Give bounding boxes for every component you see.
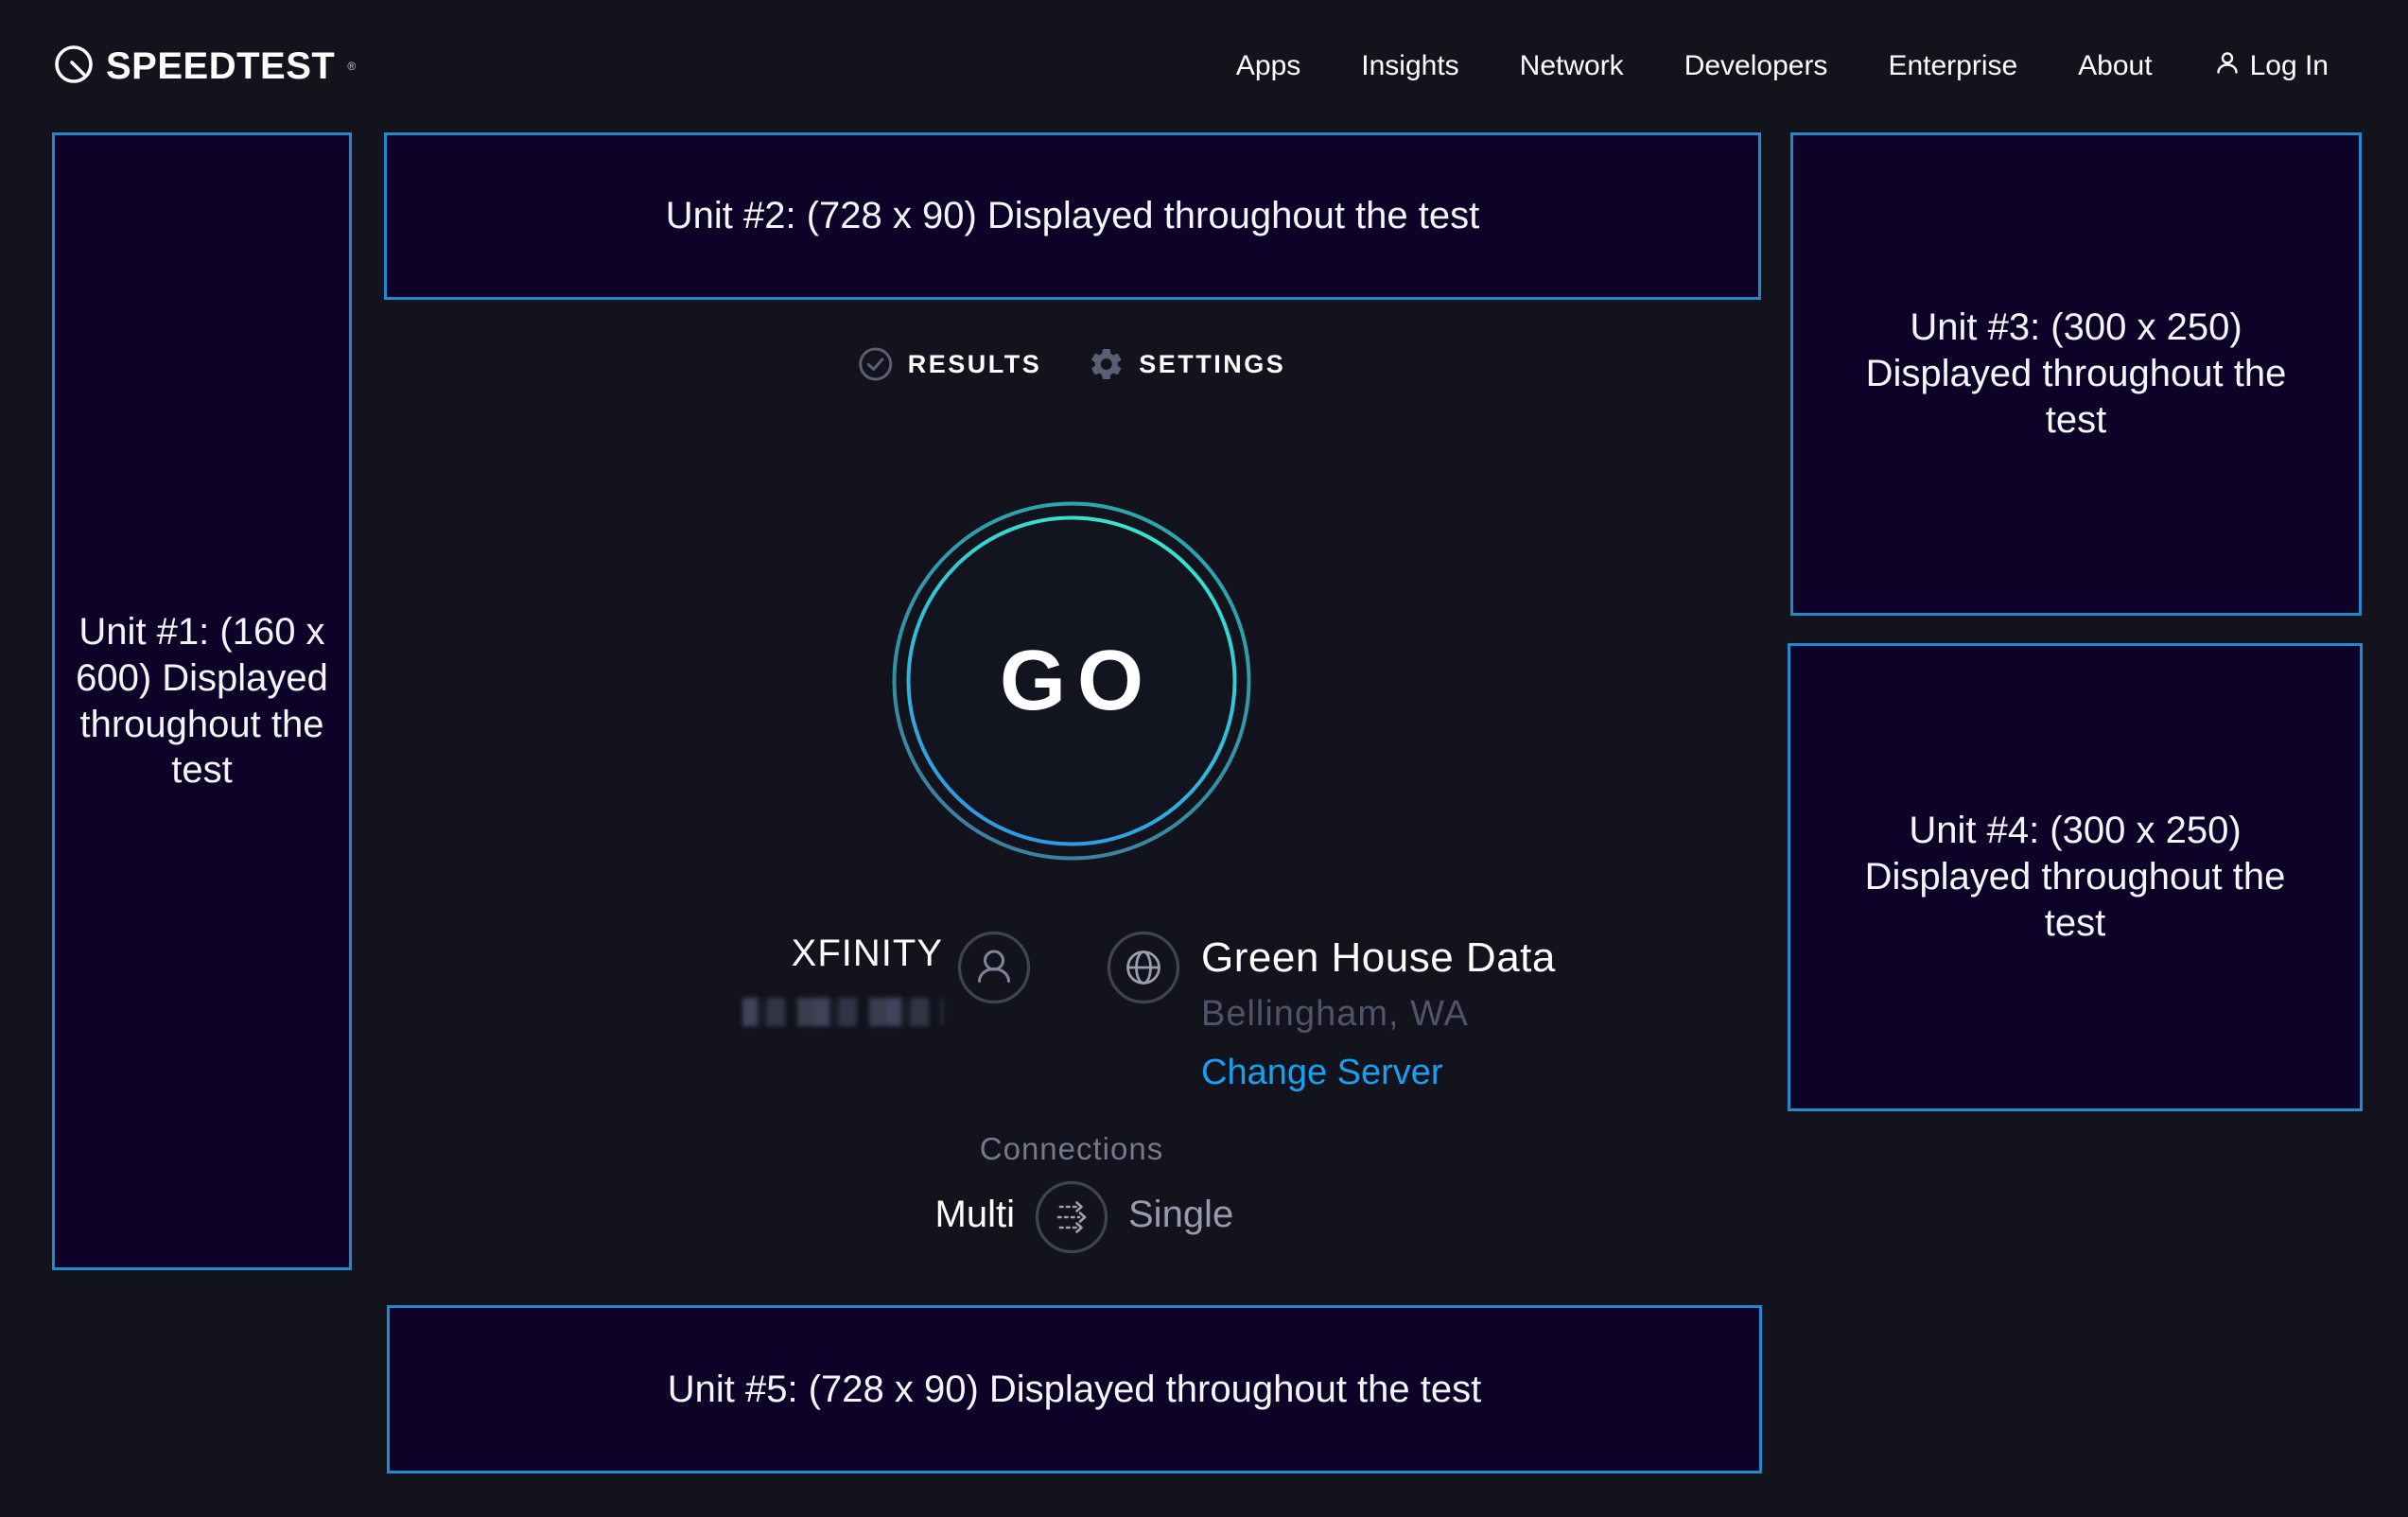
login-button[interactable]: Log In [2213,48,2329,84]
ad-unit-5-leaderboard[interactable]: Unit #5: (728 x 90) Displayed throughout… [387,1305,1762,1473]
connections-label: Connections [980,1131,1163,1167]
ad-unit-2-text: Unit #2: (728 x 90) Displayed throughout… [666,193,1480,239]
ad-unit-1-skyscraper[interactable]: Unit #1: (160 x 600) Displayed throughou… [52,132,352,1270]
server-name: Green House Data [1201,934,1556,982]
login-label: Log In [2250,50,2329,82]
go-button[interactable]: GO [887,497,1256,865]
multi-connections-icon [1035,1180,1108,1254]
logo-wordmark: SPEEDTEST [106,45,335,88]
nav-item-developers[interactable]: Developers [1684,50,1828,82]
go-label: GO [887,497,1256,865]
nav-item-insights[interactable]: Insights [1361,50,1458,82]
check-circle-icon [858,346,894,382]
connections-toggle[interactable] [1035,1180,1108,1254]
connections-single-option[interactable]: Single [1128,1194,1233,1236]
ad-unit-3-text: Unit #3: (300 x 250) Displayed throughou… [1840,305,2312,443]
ad-unit-4-rectangle[interactable]: Unit #4: (300 x 250) Displayed throughou… [1788,643,2363,1111]
isp-block: XFINITY [742,933,943,1026]
tab-results[interactable]: RESULTS [858,346,1042,382]
isp-user-icon [957,931,1031,1004]
ad-unit-3-rectangle[interactable]: Unit #3: (300 x 250) Displayed throughou… [1790,132,2362,616]
server-location: Bellingham, WA [1201,994,1556,1035]
server-block: Green House Data Bellingham, WA Change S… [1201,934,1556,1093]
gear-icon [1087,345,1125,383]
redacted-ip-address [742,998,943,1026]
user-icon [2213,48,2242,84]
isp-name: XFINITY [742,933,943,975]
server-globe-icon [1107,931,1180,1004]
logo-trademark: ® [347,60,356,73]
speedtest-gauge-icon [52,43,96,91]
nav-item-network[interactable]: Network [1520,50,1624,82]
ad-unit-4-text: Unit #4: (300 x 250) Displayed throughou… [1839,808,2312,946]
nav-item-apps[interactable]: Apps [1236,50,1300,82]
connections-multi-option[interactable]: Multi [935,1194,1015,1236]
ad-unit-1-text: Unit #1: (160 x 600) Displayed throughou… [74,609,331,793]
tab-settings-label: SETTINGS [1139,350,1285,379]
ad-unit-2-leaderboard[interactable]: Unit #2: (728 x 90) Displayed throughout… [384,132,1761,300]
ad-unit-5-text: Unit #5: (728 x 90) Displayed throughout… [668,1367,1482,1413]
top-nav-bar: SPEEDTEST ® Apps Insights Network Develo… [0,0,2408,132]
speedtest-logo[interactable]: SPEEDTEST ® [52,43,356,91]
tabs-row: RESULTS SETTINGS [858,345,1286,383]
tab-settings[interactable]: SETTINGS [1087,345,1285,383]
tab-results-label: RESULTS [908,350,1042,379]
nav-item-about[interactable]: About [2078,50,2152,82]
main-nav: Apps Insights Network Developers Enterpr… [1236,48,2329,84]
change-server-link[interactable]: Change Server [1201,1053,1443,1093]
nav-item-enterprise[interactable]: Enterprise [1888,50,2017,82]
